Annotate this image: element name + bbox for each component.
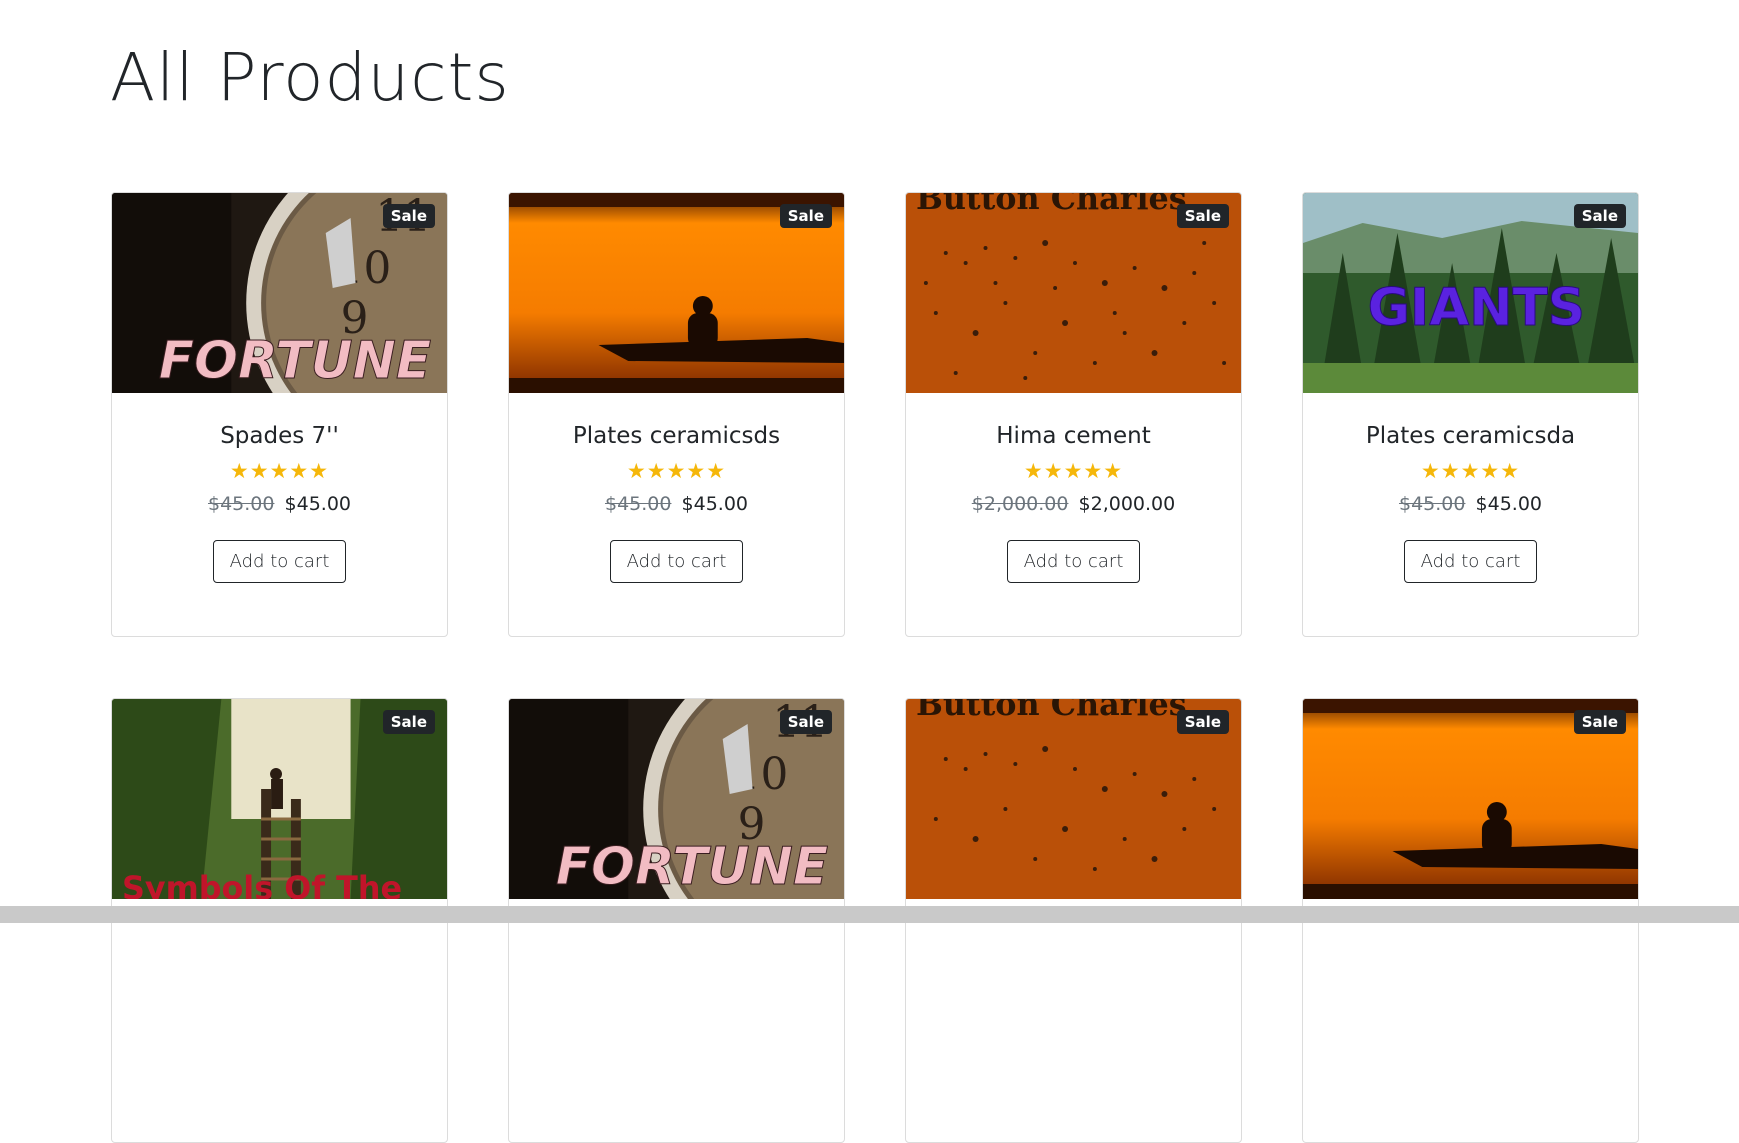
original-price: $45.00 — [1398, 493, 1466, 515]
svg-text:Button Charles: Button Charles — [916, 193, 1187, 217]
product-image[interactable]: Sale — [1303, 699, 1638, 899]
product-name[interactable]: Spades 7'' — [112, 423, 447, 449]
sale-badge: Sale — [1176, 710, 1229, 734]
product-image[interactable]: 11 10 9 FORTUNE Sale — [509, 699, 844, 899]
sale-badge: Sale — [779, 710, 832, 734]
rating-stars: ★★★★★ — [1420, 459, 1521, 483]
sale-badge: Sale — [1573, 204, 1626, 228]
product-image[interactable]: GIANTS Sale — [1303, 193, 1638, 393]
original-price: $45.00 — [207, 493, 275, 515]
product-price: $2,000.00 $2,000.00 — [906, 493, 1241, 515]
add-to-cart-button[interactable]: Add to cart — [212, 540, 347, 583]
sale-badge: Sale — [382, 204, 435, 228]
sale-price: $45.00 — [681, 493, 748, 515]
rating-stars: ★★★★★ — [626, 459, 727, 483]
product-card: 11 10 9 FORTUNE Sale Spades 7'' ★★★★★ $4… — [111, 192, 448, 637]
add-to-cart-button[interactable]: Add to cart — [1006, 540, 1141, 583]
page-title: All Products — [110, 39, 510, 116]
sale-price: $2,000.00 — [1078, 493, 1176, 515]
svg-text:GIANTS: GIANTS — [1368, 278, 1585, 338]
product-image[interactable]: Sale — [509, 193, 844, 393]
sale-badge: Sale — [382, 710, 435, 734]
sale-price: $45.00 — [284, 493, 351, 515]
original-price: $45.00 — [604, 493, 672, 515]
product-price: $45.00 $45.00 — [112, 493, 447, 515]
product-card: Button Charles Sale Hima cement ★★★★★ $2… — [905, 192, 1242, 637]
svg-text:FORTUNE: FORTUNE — [159, 331, 431, 391]
product-image[interactable]: Button Charles Sale — [906, 699, 1241, 899]
product-name[interactable]: Hima cement — [906, 423, 1241, 449]
sale-badge: Sale — [1573, 710, 1626, 734]
original-price: $2,000.00 — [971, 493, 1069, 515]
rating-stars: ★★★★★ — [1023, 459, 1124, 483]
product-grid: 11 10 9 FORTUNE Sale Spades 7'' ★★★★★ $4… — [111, 192, 1641, 1143]
sale-price: $45.00 — [1475, 493, 1542, 515]
product-name[interactable]: Plates ceramicsda — [1303, 423, 1638, 449]
product-card: GIANTS Sale Plates ceramicsda ★★★★★ $45.… — [1302, 192, 1639, 637]
sale-badge: Sale — [779, 204, 832, 228]
product-name[interactable]: Plates ceramicsds — [509, 423, 844, 449]
add-to-cart-button[interactable]: Add to cart — [609, 540, 744, 583]
horizontal-scrollbar[interactable] — [0, 906, 1739, 923]
product-image[interactable]: Button Charles Sale — [906, 193, 1241, 393]
product-price: $45.00 $45.00 — [509, 493, 844, 515]
product-image[interactable]: 11 10 9 FORTUNE Sale — [112, 193, 447, 393]
add-to-cart-button[interactable]: Add to cart — [1403, 540, 1538, 583]
product-image[interactable]: Symbols Of The Sale — [112, 699, 447, 899]
sale-badge: Sale — [1176, 204, 1229, 228]
svg-text:Button Charles: Button Charles — [916, 699, 1187, 723]
product-price: $45.00 $45.00 — [1303, 493, 1638, 515]
rating-stars: ★★★★★ — [229, 459, 330, 483]
product-card: Sale Plates ceramicsds ★★★★★ $45.00 $45.… — [508, 192, 845, 637]
svg-text:FORTUNE: FORTUNE — [556, 837, 828, 897]
svg-text:Symbols Of The: Symbols Of The — [122, 869, 402, 899]
